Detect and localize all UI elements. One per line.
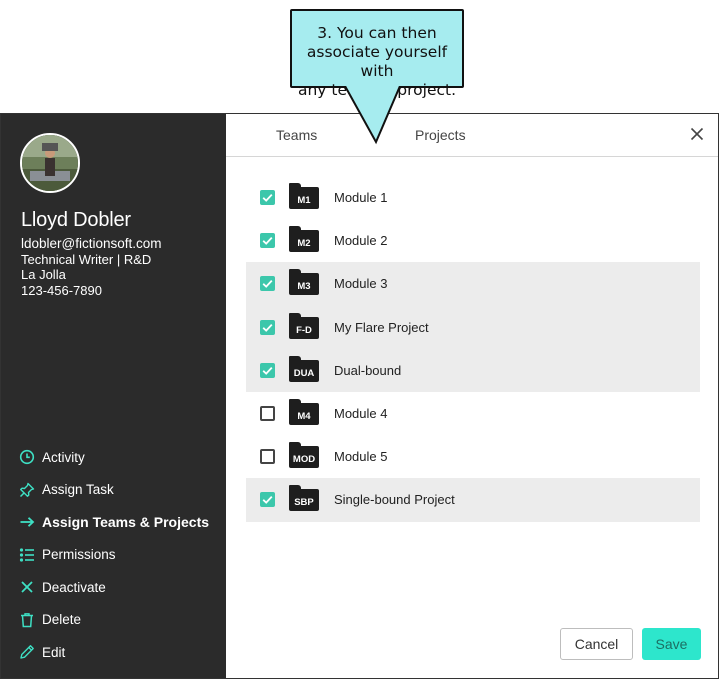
folder-icon: MOD [289, 442, 319, 469]
clock-icon [19, 449, 35, 465]
project-name: Module 2 [334, 233, 388, 249]
project-badge: M1 [289, 187, 319, 209]
action-menu: Activity Assign Task Assign Teams & Proj… [19, 441, 209, 669]
menu-item-label: Permissions [42, 547, 116, 563]
menu-item-edit[interactable]: Edit [19, 636, 209, 669]
user-name: Lloyd Dobler [21, 209, 131, 231]
x-icon [19, 579, 35, 595]
project-name: Module 1 [334, 190, 388, 206]
list-item[interactable]: M1 Module 1 [246, 176, 700, 219]
save-button[interactable]: Save [642, 628, 701, 660]
check-icon [262, 323, 273, 332]
callout-line-2: associate yourself with [306, 43, 448, 80]
project-name: Single-bound Project [334, 492, 455, 508]
menu-item-label: Deactivate [42, 579, 106, 595]
project-name: My Flare Project [334, 319, 429, 335]
project-name: Module 4 [334, 406, 388, 422]
menu-item-label: Assign Task [42, 482, 114, 498]
menu-item-activity[interactable]: Activity [19, 441, 209, 474]
menu-item-label: Edit [42, 644, 66, 660]
user-email: ldobler@fictionsoft.com [21, 236, 162, 251]
callout-tooltip: 3. You can then associate yourself with … [290, 9, 464, 99]
project-name: Dual-bound [334, 362, 402, 378]
menu-item-assign-teams-projects[interactable]: Assign Teams & Projects [19, 506, 209, 539]
assignment-panel: Teams Projects M1 Module 1 M2 Module 2 M… [226, 114, 718, 678]
tab-bar: Teams Projects [226, 114, 718, 157]
cancel-button[interactable]: Cancel [560, 628, 633, 660]
folder-icon: M1 [289, 183, 319, 209]
folder-icon: DUA [289, 355, 319, 382]
project-name: Module 5 [334, 449, 388, 465]
list-item[interactable]: M4 Module 4 [246, 392, 700, 435]
menu-item-deactivate[interactable]: Deactivate [19, 571, 209, 604]
trash-icon [19, 612, 35, 628]
list-item[interactable]: M3 Module 3 [246, 262, 700, 306]
avatar [20, 133, 80, 193]
menu-item-label: Delete [42, 612, 82, 628]
check-icon [262, 366, 273, 375]
folder-icon: M3 [289, 269, 319, 296]
checkbox-checked[interactable] [260, 233, 275, 249]
user-profile-window: Lloyd Dobler ldobler@fictionsoft.com Tec… [0, 113, 719, 679]
project-badge: DUA [289, 359, 319, 382]
check-icon [262, 194, 273, 202]
menu-item-label: Assign Teams & Projects [42, 514, 210, 531]
menu-item-label: Activity [42, 449, 85, 465]
project-badge: SBP [289, 489, 319, 512]
list-item[interactable]: DUA Dual-bound [246, 348, 700, 392]
folder-icon: M2 [289, 226, 319, 253]
user-location: La Jolla [21, 267, 66, 282]
list-item[interactable]: F-D My Flare Project [246, 305, 700, 349]
checkbox-unchecked[interactable] [260, 449, 275, 465]
callout-line-1: 3. You can then [317, 24, 437, 42]
menu-item-assign-task[interactable]: Assign Task [19, 474, 209, 507]
tab-teams[interactable]: Teams [276, 127, 317, 143]
folder-icon: M4 [289, 398, 319, 425]
profile-sidebar: Lloyd Dobler ldobler@fictionsoft.com Tec… [1, 114, 226, 678]
callout-pointer [344, 86, 401, 145]
list-icon [19, 547, 35, 563]
folder-icon: SBP [289, 485, 319, 512]
list-item[interactable]: MOD Module 5 [246, 435, 700, 478]
checkbox-checked[interactable] [260, 276, 275, 292]
tab-projects[interactable]: Projects [415, 127, 466, 143]
user-phone: 123-456-7890 [21, 282, 102, 298]
project-badge: F-D [289, 316, 319, 339]
pencil-icon [19, 644, 35, 660]
list-item[interactable]: SBP Single-bound Project [246, 478, 700, 522]
user-details: ldobler@fictionsoft.com Technical Writer… [21, 236, 162, 298]
check-icon [262, 280, 273, 289]
checkbox-checked[interactable] [260, 362, 275, 378]
menu-item-permissions[interactable]: Permissions [19, 539, 209, 572]
close-icon[interactable] [690, 127, 704, 141]
project-name: Module 3 [334, 276, 388, 292]
list-item[interactable]: M2 Module 2 [246, 219, 700, 262]
project-list: M1 Module 1 M2 Module 2 M3 Module 3 F-D … [246, 176, 700, 522]
user-title: Technical Writer | R&D [21, 251, 152, 267]
project-badge: MOD [289, 446, 319, 469]
arrow-right-icon [19, 514, 35, 530]
checkbox-unchecked[interactable] [260, 406, 275, 422]
checkbox-checked[interactable] [260, 319, 275, 335]
project-badge: M3 [289, 273, 319, 296]
folder-icon: F-D [289, 312, 319, 339]
check-icon [262, 237, 273, 246]
project-badge: M4 [289, 402, 319, 425]
project-badge: M2 [289, 230, 319, 253]
pin-icon [19, 482, 35, 498]
checkbox-checked[interactable] [260, 190, 275, 206]
check-icon [262, 496, 273, 505]
menu-item-delete[interactable]: Delete [19, 604, 209, 637]
checkbox-checked[interactable] [260, 492, 275, 508]
